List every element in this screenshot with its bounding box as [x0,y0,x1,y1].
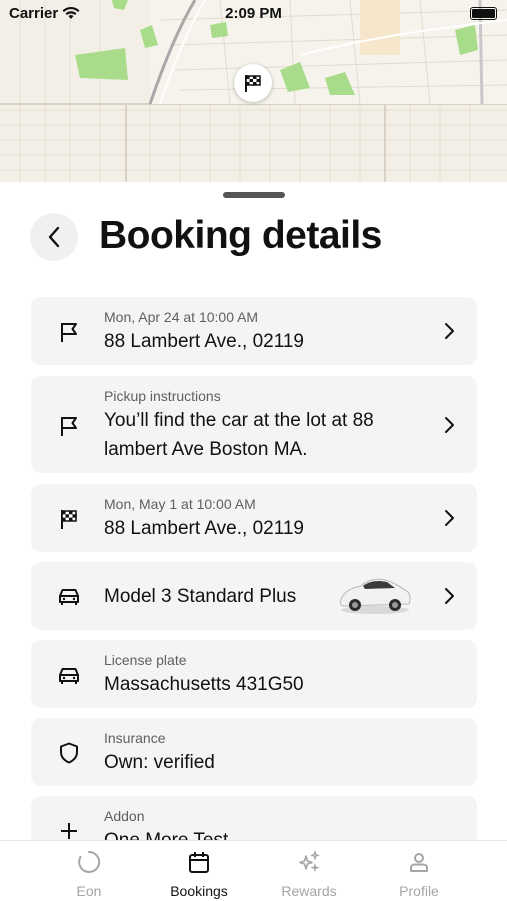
tab-profile-label: Profile [399,883,439,899]
insurance-card: Insurance Own: verified [31,718,477,786]
pickup-instructions-label: Pickup instructions [104,388,221,404]
return-address: 88 Lambert Ave., 02119 [104,518,305,539]
checkered-flag-icon [61,510,77,529]
tab-bookings-label: Bookings [170,883,228,899]
chevron-right-icon [445,417,454,433]
pickup-location-card[interactable]: Mon, Apr 24 at 10:00 AM 88 Lambert Ave.,… [31,297,477,365]
pickup-instructions-card[interactable]: Pickup instructions You’ll find the car … [31,376,477,473]
tab-bar: Eon Bookings Rewards Profile [0,840,507,901]
calendar-icon [189,852,209,873]
vehicle-model-name: Model 3 Standard Plus [104,586,297,607]
insurance-value: Own: verified [104,752,215,773]
license-plate-label: License plate [104,652,187,668]
return-datetime: Mon, May 1 at 10:00 AM [104,496,256,512]
return-location-card[interactable]: Mon, May 1 at 10:00 AM 88 Lambert Ave., … [31,484,477,552]
status-bar: Carrier 2:09 PM [0,0,507,28]
license-plate-value: Massachusetts 431G50 [104,674,304,695]
battery-icon [470,7,497,20]
flag-icon [61,323,77,342]
tab-eon-label: Eon [76,883,102,899]
tab-rewards-label: Rewards [281,883,337,899]
car-thumbnail [339,578,411,614]
pickup-datetime: Mon, Apr 24 at 10:00 AM [104,309,259,325]
license-plate-card: License plate Massachusetts 431G50 [31,640,477,708]
map-pin-checkered-flag-icon[interactable] [234,64,272,102]
eon-icon [78,850,101,873]
vehicle-model-card[interactable]: Model 3 Standard Plus [31,562,477,630]
back-button[interactable] [30,213,78,261]
tab-eon[interactable]: Eon [34,841,144,901]
sheet-drag-handle[interactable] [223,192,285,198]
pickup-instructions-text: You’ll find the car at the lot at 88 lam… [104,410,374,460]
pickup-address: 88 Lambert Ave., 02119 [104,331,305,352]
addon-label: Addon [104,808,145,824]
sparkle-icon [299,850,321,873]
page-title: Booking details [99,214,382,257]
tab-rewards[interactable]: Rewards [254,841,364,901]
checkered-flag-icon [245,75,261,92]
status-time: 2:09 PM [225,5,282,22]
person-icon [410,853,428,872]
car-icon [59,589,79,605]
flag-icon [61,417,77,436]
chevron-left-icon [48,226,60,248]
chevron-right-icon [445,510,454,526]
tab-profile[interactable]: Profile [364,841,474,901]
chevron-right-icon [445,588,454,604]
chevron-right-icon [445,323,454,339]
car-icon [59,668,79,684]
shield-icon [60,742,78,764]
insurance-label: Insurance [104,730,166,746]
tab-bookings[interactable]: Bookings [144,841,254,901]
